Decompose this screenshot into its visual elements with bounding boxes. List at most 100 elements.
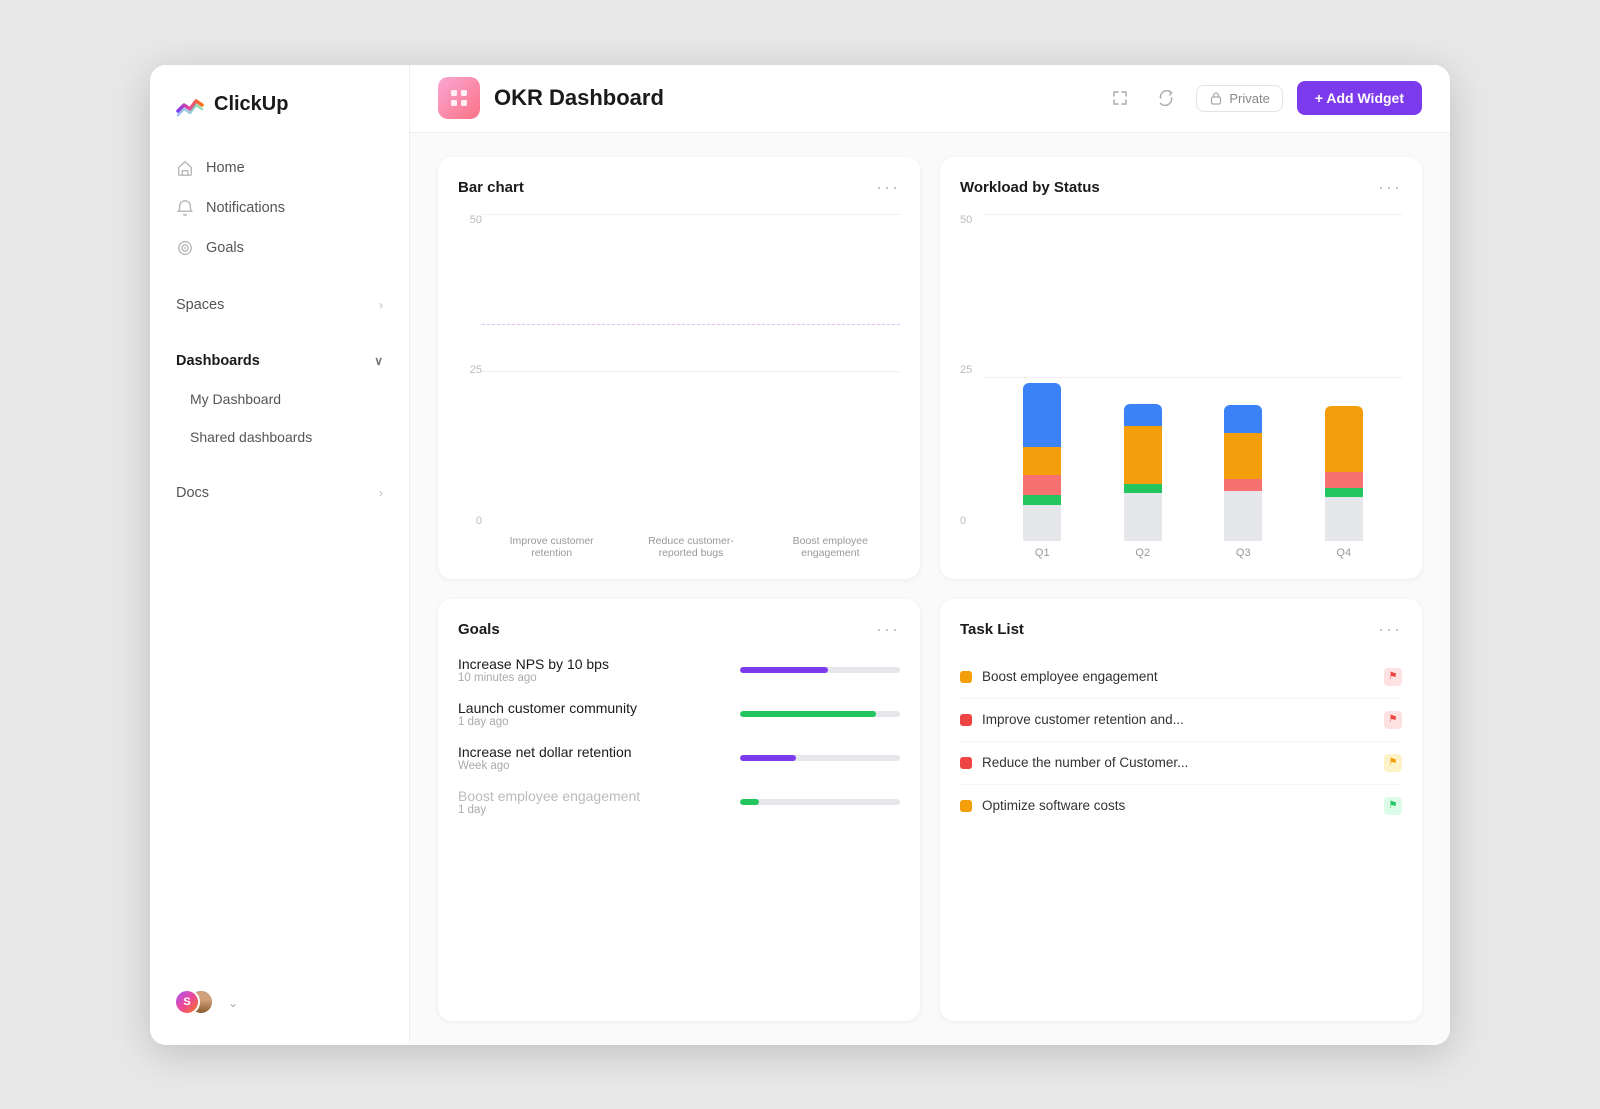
q3-stack [1224, 405, 1262, 491]
workload-x-labels: Q1 Q2 Q3 Q4 [984, 547, 1402, 559]
chart-dashed-line [482, 324, 900, 325]
expand-icon [1112, 90, 1128, 106]
sidebar-item-goals[interactable]: Goals [162, 229, 397, 267]
task-list-widget: Task List ··· Boost employee engagement … [940, 599, 1422, 1021]
sidebar-item-shared-dashboards[interactable]: Shared dashboards [162, 419, 397, 455]
task-name-3: Optimize software costs [982, 798, 1374, 813]
shared-dashboards-label: Shared dashboards [190, 429, 312, 445]
grid-top [482, 214, 900, 215]
task-item-3[interactable]: Optimize software costs ⚑ [960, 785, 1402, 827]
q4-gray [1325, 497, 1363, 541]
q4-yellow [1325, 406, 1363, 472]
grid-icon [448, 87, 470, 109]
bar-chart-area: 50 25 0 [458, 214, 900, 559]
goals-title: Goals [458, 621, 500, 638]
workload-title: Workload by Status [960, 179, 1100, 196]
sidebar-item-my-dashboard[interactable]: My Dashboard [162, 381, 397, 417]
sidebar-item-home[interactable]: Home [162, 149, 397, 187]
logo[interactable]: ClickUp [150, 89, 409, 149]
q3-pink [1224, 479, 1262, 491]
workload-header: Workload by Status ··· [960, 177, 1402, 198]
progress-bg-0 [740, 667, 900, 673]
task-dot-1 [960, 714, 972, 726]
sidebar: ClickUp Home Notifications [150, 65, 410, 1045]
bars-inner [482, 214, 900, 529]
progress-fill-2 [740, 755, 796, 761]
goal-row-3: Boost employee engagement 1 day [458, 788, 900, 816]
workload-q2 [1124, 404, 1162, 541]
goals-icon [176, 239, 194, 257]
progress-bg-1 [740, 711, 900, 717]
progress-bg-2 [740, 755, 900, 761]
q1-gray [1023, 505, 1061, 541]
workload-q1 [1023, 383, 1061, 541]
goal-item-0: Increase NPS by 10 bps 10 minutes ago [458, 656, 900, 684]
y-axis: 50 25 0 [458, 214, 482, 559]
y-label-0: 0 [458, 515, 482, 527]
task-list-menu[interactable]: ··· [1378, 619, 1402, 640]
y-label-50: 50 [458, 214, 482, 226]
sidebar-nav: Home Notifications Goals Spaces [150, 149, 409, 511]
goals-label: Goals [206, 240, 244, 256]
dashboards-label: Dashboards [176, 353, 260, 369]
q2-green [1124, 484, 1162, 493]
task-item-2[interactable]: Reduce the number of Customer... ⚑ [960, 742, 1402, 785]
topbar-actions: Private + Add Widget [1104, 81, 1422, 115]
goal-name-3: Boost employee engagement [458, 788, 640, 804]
x-label-1: Reduce customer-reported bugs [621, 535, 760, 559]
goal-row-2: Increase net dollar retention Week ago [458, 744, 900, 772]
sidebar-item-docs[interactable]: Docs › [162, 475, 397, 511]
lock-icon [1209, 91, 1223, 105]
private-badge[interactable]: Private [1196, 85, 1282, 112]
bar-chart-header: Bar chart ··· [458, 177, 900, 198]
wl-y-50: 50 [960, 214, 984, 226]
task-item-1[interactable]: Improve customer retention and... ⚑ [960, 699, 1402, 742]
page-title: OKR Dashboard [494, 85, 664, 111]
expand-button[interactable] [1104, 82, 1136, 114]
avatar-group[interactable]: S [174, 989, 218, 1017]
goal-name-1: Launch customer community [458, 700, 637, 716]
notifications-label: Notifications [206, 200, 285, 216]
workload-y-axis: 50 25 0 [960, 214, 984, 559]
task-dot-3 [960, 800, 972, 812]
main-content: OKR Dashboard [410, 65, 1450, 1045]
bar-chart-menu[interactable]: ··· [876, 177, 900, 198]
sidebar-bottom[interactable]: S ⌄ [150, 977, 409, 1029]
q3-blue [1224, 405, 1262, 433]
wl-y-25: 25 [960, 364, 984, 376]
q1-yellow [1023, 447, 1061, 475]
workload-q3 [1224, 405, 1262, 541]
goal-time-0: 10 minutes ago [458, 672, 609, 684]
task-name-0: Boost employee engagement [982, 669, 1374, 684]
avatar-s: S [174, 989, 200, 1015]
task-item-0[interactable]: Boost employee engagement ⚑ [960, 656, 1402, 699]
clickup-logo-icon [174, 89, 206, 121]
q2-gray [1124, 493, 1162, 541]
wl-q3-label: Q3 [1193, 547, 1294, 559]
q1-green [1023, 495, 1061, 505]
task-dot-0 [960, 671, 972, 683]
workload-q4 [1325, 406, 1363, 541]
workload-bars: Q1 Q2 Q3 Q4 [984, 214, 1402, 559]
progress-fill-3 [740, 799, 759, 805]
task-list-title: Task List [960, 621, 1024, 638]
docs-chevron-icon: › [379, 486, 383, 500]
bars-container: Improve customerretention Reduce custome… [482, 214, 900, 559]
refresh-button[interactable] [1150, 82, 1182, 114]
add-widget-button[interactable]: + Add Widget [1297, 81, 1422, 115]
home-icon [176, 159, 194, 177]
x-label-2: Boost employeeengagement [761, 535, 900, 559]
task-flag-1: ⚑ [1384, 711, 1402, 729]
workload-menu[interactable]: ··· [1378, 177, 1402, 198]
sidebar-item-dashboards[interactable]: Dashboards ∨ [162, 343, 397, 379]
goals-list: Increase NPS by 10 bps 10 minutes ago [458, 656, 900, 1001]
sidebar-item-notifications[interactable]: Notifications [162, 189, 397, 227]
refresh-icon [1158, 90, 1174, 106]
progress-fill-1 [740, 711, 876, 717]
task-name-1: Improve customer retention and... [982, 712, 1374, 727]
sidebar-item-spaces[interactable]: Spaces › [162, 287, 397, 323]
goal-progress-1 [740, 711, 900, 717]
task-list-header: Task List ··· [960, 619, 1402, 640]
q2-yellow [1124, 426, 1162, 484]
goals-menu[interactable]: ··· [876, 619, 900, 640]
